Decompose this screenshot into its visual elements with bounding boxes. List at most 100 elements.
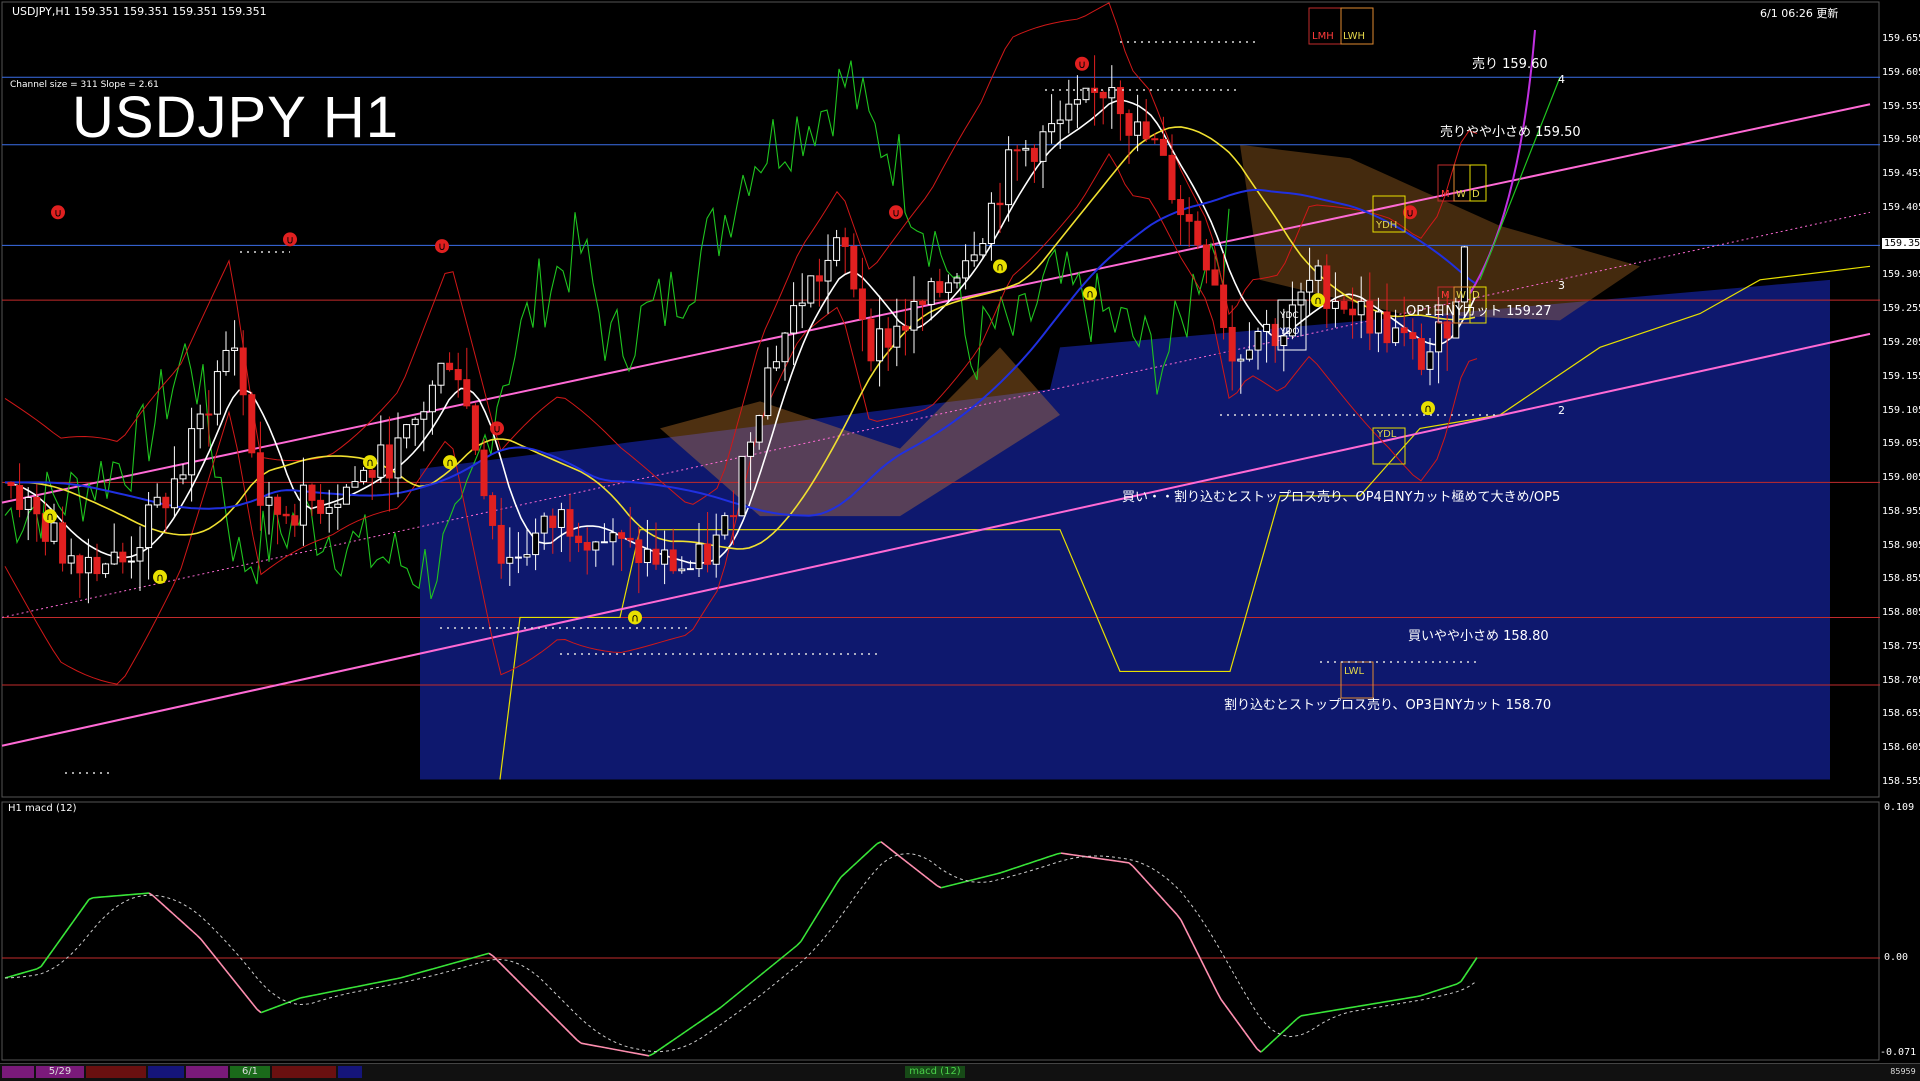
candle-body [1109, 88, 1115, 98]
candle-body [1367, 301, 1373, 333]
candle-body [120, 552, 126, 562]
macd-segment [349, 987, 353, 988]
fractal-up-glyph: ∩ [1424, 402, 1432, 415]
candle-body [945, 283, 951, 293]
candle-body [696, 544, 702, 569]
candle-body [1169, 155, 1175, 199]
candle-body [335, 504, 341, 507]
candle-body [1307, 280, 1313, 292]
candle-body [266, 497, 272, 505]
candle-body [1135, 122, 1141, 135]
macd-segment [301, 997, 305, 998]
candle-body [1160, 139, 1166, 155]
macd-segment [605, 1048, 609, 1049]
price-tick: 158.855 [1882, 573, 1920, 584]
candle-body [748, 442, 754, 456]
macd-segment [957, 883, 961, 884]
macd-segment [17, 973, 21, 974]
macd-segment [385, 980, 389, 981]
candle-body [1066, 104, 1072, 120]
macd-segment [641, 1054, 645, 1055]
status-seg [338, 1066, 362, 1078]
candle-body [438, 363, 444, 385]
candle-body [343, 487, 349, 504]
macd-segment [433, 968, 437, 969]
macd-segment [457, 961, 461, 962]
candle-body [1332, 301, 1338, 308]
macd-segment [325, 992, 329, 993]
macd-segment [313, 995, 317, 996]
candle-body [214, 372, 220, 415]
candle-body [920, 301, 926, 304]
candle-body [1264, 324, 1270, 331]
macd-segment [1385, 1001, 1389, 1002]
box-label-m-2: M [1441, 290, 1450, 301]
candle-body [197, 414, 203, 429]
price-tick: 158.955 [1882, 506, 1920, 517]
candle-body [1178, 200, 1184, 215]
candle-body [980, 244, 986, 255]
macd-segment [29, 970, 33, 971]
candle-body [773, 362, 779, 368]
macd-segment [1377, 1003, 1381, 1004]
macd-segment [1345, 1008, 1349, 1009]
candle-body [85, 557, 91, 572]
macd-segment [617, 1050, 621, 1051]
macd-segment [1337, 1009, 1341, 1010]
candle-body [1014, 150, 1020, 151]
macd-segment [1361, 1005, 1365, 1006]
candle-body [429, 385, 435, 412]
candle-body [937, 282, 943, 293]
candle-body [369, 470, 375, 477]
macd-segment [1097, 858, 1101, 859]
candle-body [17, 485, 23, 509]
candle-body [550, 516, 556, 527]
candle-body [1444, 322, 1450, 338]
macd-segment [1073, 855, 1077, 856]
candle-body [687, 569, 693, 570]
macd-tab[interactable]: macd (12) [905, 1066, 965, 1078]
macd-segment [1369, 1004, 1373, 1005]
macd-segment [437, 967, 441, 968]
candle-body [361, 470, 367, 481]
candle-body [902, 326, 908, 330]
candle-body [1393, 328, 1399, 343]
box-label-ydc: YDC [1280, 311, 1299, 321]
fractal-down-glyph: ∪ [54, 206, 62, 219]
candle-body [8, 482, 14, 485]
macd-segment [441, 966, 445, 967]
candle-body [730, 516, 736, 517]
macd-segment [453, 962, 457, 963]
candle-body [1436, 322, 1442, 352]
macd-panel[interactable] [0, 800, 1920, 1063]
macd-segment [421, 971, 425, 972]
candle-body [541, 516, 547, 533]
fractal-up-glyph: ∩ [1086, 287, 1094, 300]
candle-body [378, 445, 384, 477]
macd-segment [625, 1051, 629, 1052]
price-tick: 159.505 [1882, 134, 1920, 145]
candle-body [154, 497, 160, 505]
candle-body [1315, 266, 1321, 280]
candle-body [524, 555, 530, 557]
macd-segment [1401, 999, 1405, 1000]
price-tick: 158.705 [1882, 675, 1920, 686]
candle-body [1031, 148, 1037, 161]
price-tick: 158.655 [1882, 708, 1920, 719]
candle-body [180, 475, 186, 479]
price-tick: 159.305 [1882, 269, 1920, 280]
price-tick: 158.605 [1882, 742, 1920, 753]
macd-segment [381, 981, 385, 982]
candle-body [782, 333, 788, 362]
macd-segment [401, 977, 405, 978]
box-label-ydh: YDH [1376, 220, 1397, 231]
macd-segment [417, 972, 421, 973]
price-tick: 159.055 [1882, 438, 1920, 449]
macd-segment [1357, 1006, 1361, 1007]
status-seg [2, 1066, 34, 1078]
fractal-up-glyph: ∩ [156, 571, 164, 584]
candle-body [404, 425, 410, 438]
box-label-w-2: W [1456, 290, 1466, 301]
macd-segment [405, 976, 409, 977]
candle-body [859, 289, 865, 319]
